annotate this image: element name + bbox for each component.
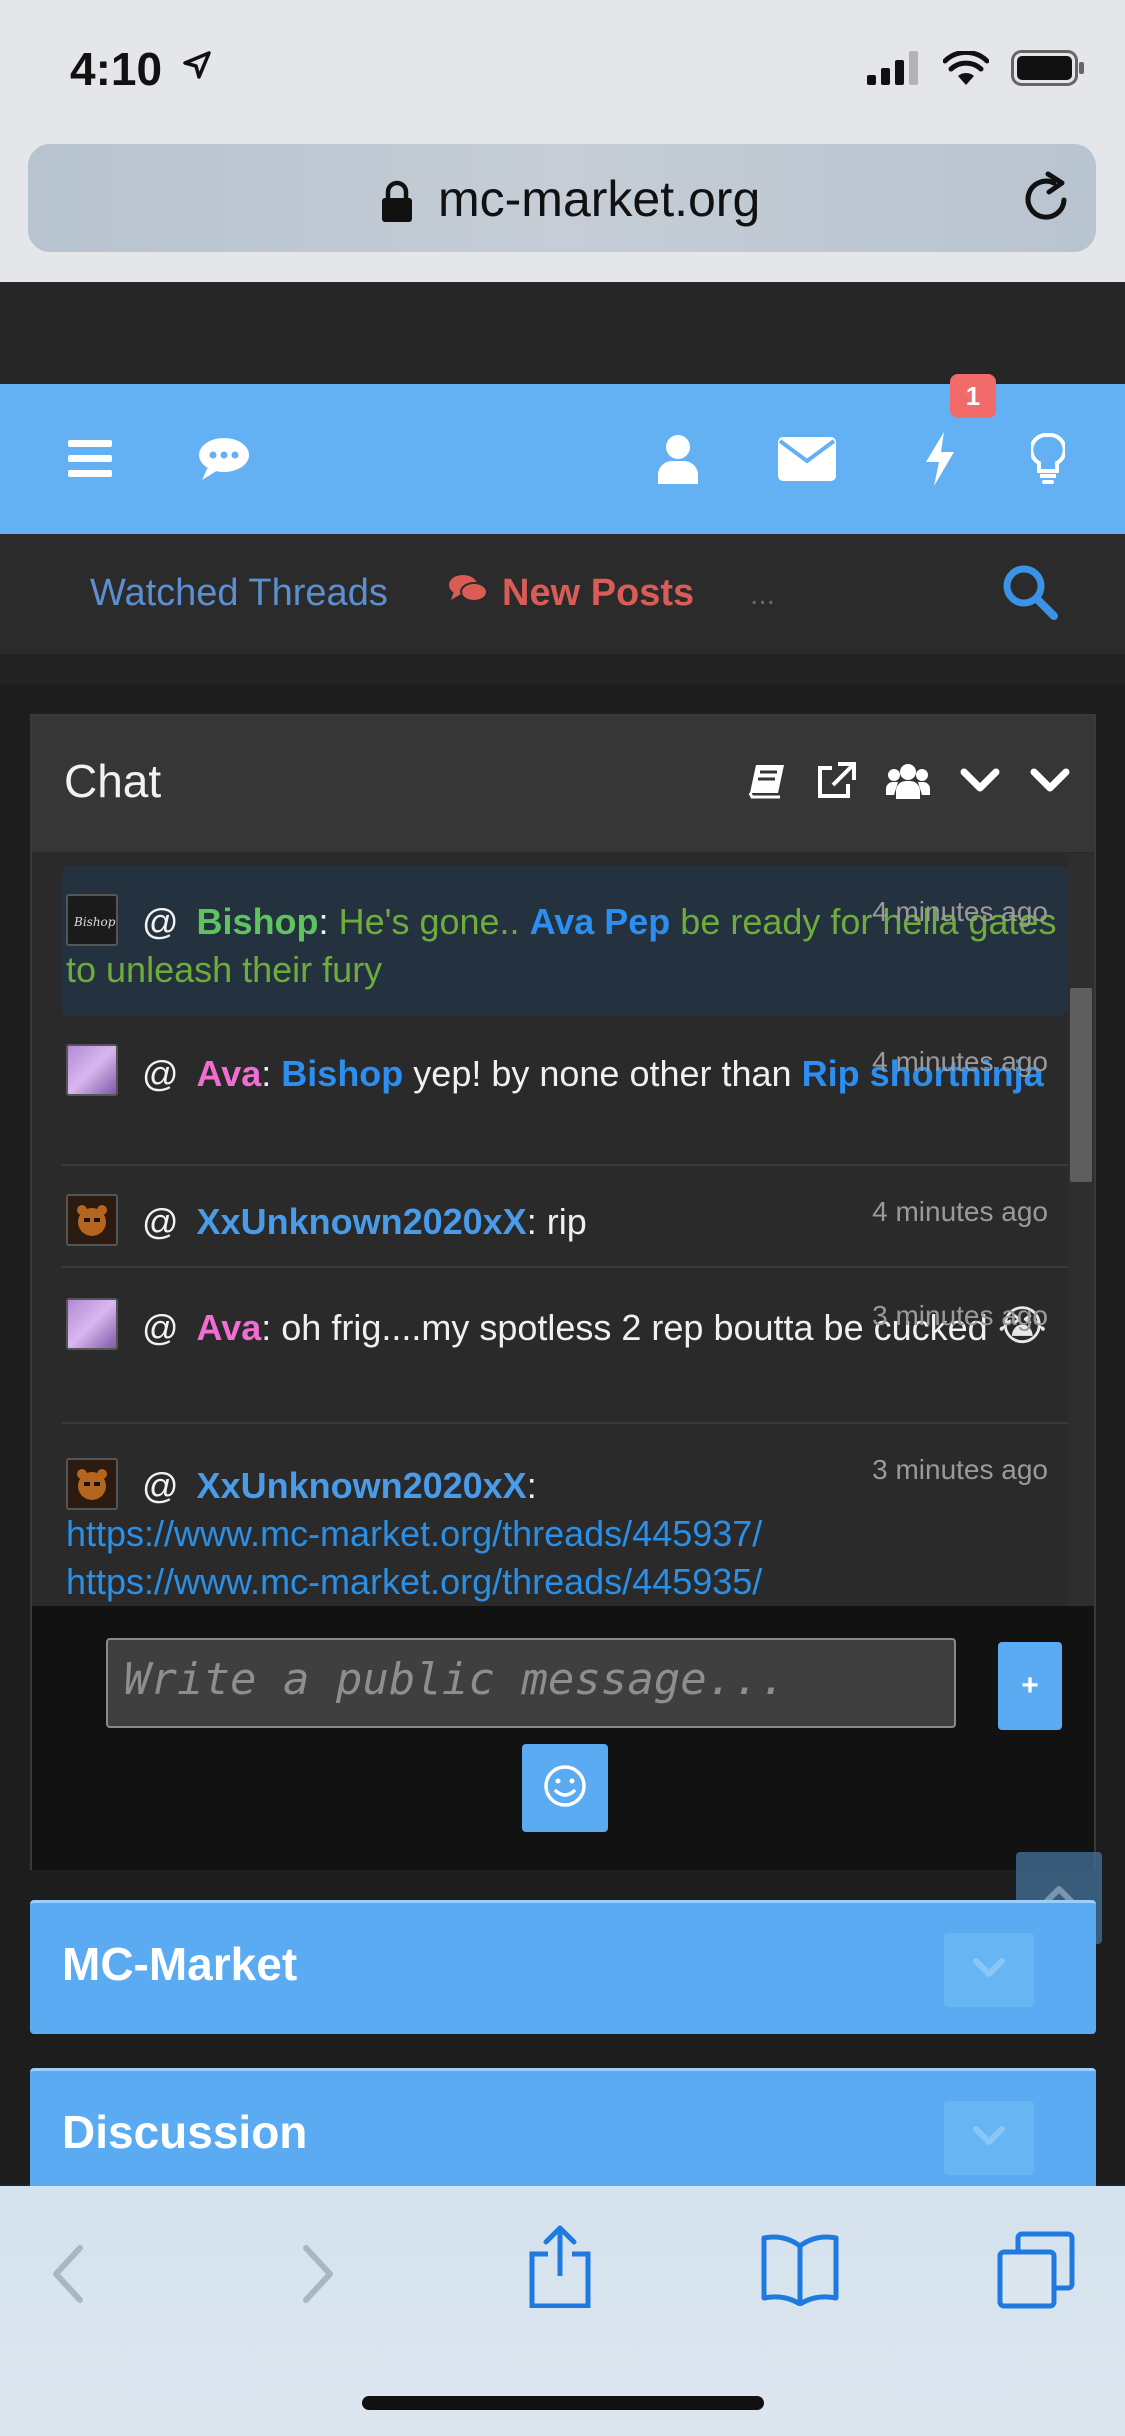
more-link[interactable]: ... xyxy=(750,578,775,612)
chevron-down-icon[interactable] xyxy=(1030,768,1070,799)
home-indicator[interactable] xyxy=(362,2396,764,2410)
location-arrow-icon xyxy=(182,50,212,85)
external-link-icon[interactable] xyxy=(816,762,856,805)
url-text: mc-market.org xyxy=(438,171,761,227)
chat-panel: Chat Bishop @ Bishop: He's gone.. Ava Pe… xyxy=(30,714,1096,1870)
message-timestamp: 4 minutes ago xyxy=(872,1196,1048,1227)
chat-separator: : xyxy=(526,1465,537,1506)
chevron-down-icon xyxy=(972,1957,1006,1984)
category-mc-market[interactable]: MC-Market xyxy=(30,1900,1096,2034)
avatar[interactable]: Bishop xyxy=(66,894,118,946)
site-header-strip xyxy=(0,282,1125,384)
at-mention-symbol[interactable]: @ xyxy=(142,1053,179,1094)
user-icon[interactable] xyxy=(656,384,700,534)
chat-message-text: rip xyxy=(536,1201,587,1242)
mail-icon[interactable] xyxy=(778,384,836,534)
chat-mention[interactable]: Bishop xyxy=(281,1053,403,1094)
avatar[interactable] xyxy=(66,1458,118,1510)
chat-separator: : xyxy=(261,1053,272,1094)
battery-icon xyxy=(1011,50,1085,91)
thread-link[interactable]: https://www.mc-market.org/threads/445937… xyxy=(66,1513,762,1554)
emoji-button[interactable] xyxy=(522,1744,608,1832)
alerts-count-badge: 1 xyxy=(950,374,996,418)
at-mention-symbol[interactable]: @ xyxy=(142,1201,179,1242)
hamburger-menu-icon[interactable] xyxy=(60,384,120,534)
ios-status-bar: 4:10 xyxy=(0,0,1125,132)
svg-text:Bishop: Bishop xyxy=(73,915,116,929)
lightbulb-icon[interactable] xyxy=(1030,384,1066,534)
chat-message: @ Ava: oh frig....my spotless 2 rep boutt… xyxy=(62,1268,1068,1424)
comments-icon xyxy=(448,572,488,615)
bookmarks-icon[interactable] xyxy=(760,2232,840,2311)
new-posts-link[interactable]: New Posts xyxy=(448,572,694,615)
category-title: MC-Market xyxy=(62,1938,298,1990)
smiley-icon xyxy=(543,1764,587,1813)
chat-username[interactable]: Ava xyxy=(197,1053,262,1094)
thread-link[interactable]: https://www.mc-market.org/threads/445935… xyxy=(66,1561,762,1602)
reload-icon[interactable] xyxy=(1020,170,1074,231)
search-icon[interactable] xyxy=(1002,564,1058,625)
chat-message-text: He's gone.. xyxy=(328,901,530,942)
wifi-icon xyxy=(942,49,990,90)
plus-button[interactable]: + xyxy=(998,1642,1062,1730)
category-toggle[interactable] xyxy=(944,1933,1034,2007)
at-mention-symbol[interactable]: @ xyxy=(142,1465,179,1506)
message-timestamp: 4 minutes ago xyxy=(872,896,1048,927)
chat-message: @ XxUnknown2020xX: https://www.mc-market.… xyxy=(62,1424,1068,1604)
watched-threads-link[interactable]: Watched Threads xyxy=(90,572,388,615)
chat-message-list: Bishop @ Bishop: He's gone.. Ava Pep be r… xyxy=(62,864,1068,1604)
chat-username[interactable]: Bishop xyxy=(197,901,319,942)
chat-scrollbar-thumb[interactable] xyxy=(1070,988,1092,1182)
category-title: Discussion xyxy=(62,2106,308,2158)
chat-message: @ Ava: Bishop yep! by none other than Rip… xyxy=(62,1016,1068,1166)
chat-mention[interactable]: Ava Pep xyxy=(530,901,671,942)
lock-icon xyxy=(380,180,414,227)
category-toggle[interactable] xyxy=(944,2101,1034,2175)
at-mention-symbol[interactable]: @ xyxy=(142,1307,179,1348)
category-discussion[interactable]: Discussion xyxy=(30,2068,1096,2188)
message-timestamp: 3 minutes ago xyxy=(872,1300,1048,1331)
back-icon[interactable] xyxy=(50,2244,86,2309)
at-mention-symbol[interactable]: @ xyxy=(142,901,179,942)
sub-nav: Watched Threads New Posts ... xyxy=(0,534,1125,654)
forward-icon[interactable] xyxy=(300,2244,336,2309)
browser-address-area: mc-market.org xyxy=(0,132,1125,282)
chat-separator: : xyxy=(526,1201,537,1242)
chat-message-text: yep! by none other than xyxy=(403,1053,802,1094)
chat-message: @ XxUnknown2020xX: rip 4 minutes ago xyxy=(62,1166,1068,1268)
chat-title: Chat xyxy=(64,755,162,807)
chat-header: Chat xyxy=(32,716,1094,852)
cellular-signal-icon xyxy=(867,51,921,90)
chat-scrollbar[interactable] xyxy=(1068,854,1094,1606)
book-icon[interactable] xyxy=(748,763,786,804)
tabs-icon[interactable] xyxy=(996,2230,1076,2315)
avatar[interactable] xyxy=(66,1298,118,1350)
chat-username[interactable]: Ava xyxy=(197,1307,262,1348)
chat-separator: : xyxy=(318,901,329,942)
avatar[interactable] xyxy=(66,1044,118,1096)
new-posts-label: New Posts xyxy=(502,572,695,614)
status-time: 4:10 xyxy=(70,43,163,95)
collapse-chevron-icon[interactable] xyxy=(960,768,1000,799)
url-bar[interactable]: mc-market.org xyxy=(28,144,1096,252)
chevron-down-icon xyxy=(972,2125,1006,2152)
message-input[interactable]: Write a public message... xyxy=(106,1638,956,1728)
chat-username[interactable]: XxUnknown2020xX xyxy=(197,1465,527,1506)
chat-bubble-icon[interactable] xyxy=(196,384,252,534)
message-timestamp: 3 minutes ago xyxy=(872,1454,1048,1485)
message-timestamp: 4 minutes ago xyxy=(872,1046,1048,1077)
chat-composer: Write a public message... + xyxy=(32,1606,1094,1870)
users-group-icon[interactable] xyxy=(886,763,930,804)
chat-username[interactable]: XxUnknown2020xX xyxy=(197,1201,527,1242)
chat-separator: : xyxy=(261,1307,272,1348)
avatar[interactable] xyxy=(66,1194,118,1246)
chat-message: Bishop @ Bishop: He's gone.. Ava Pep be r… xyxy=(62,866,1068,1016)
share-icon[interactable] xyxy=(528,2224,592,2313)
